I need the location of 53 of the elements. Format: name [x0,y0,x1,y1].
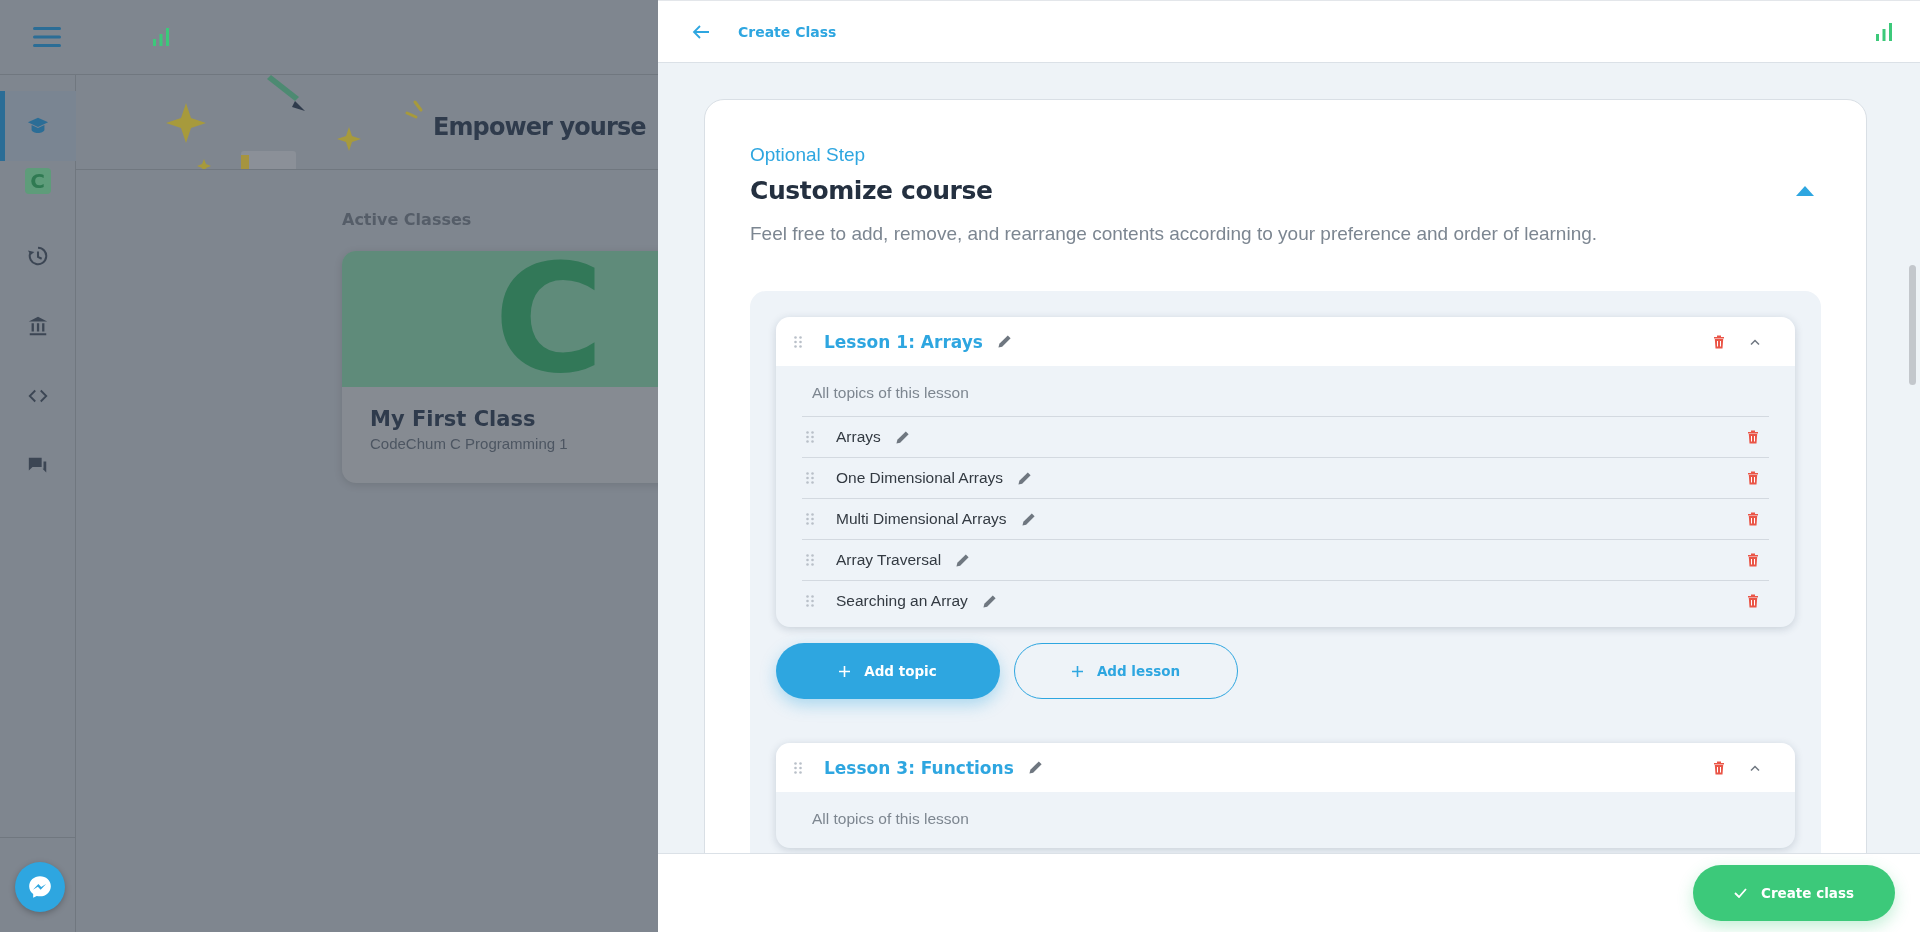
chevron-up-icon[interactable] [1749,763,1761,772]
pencil-icon[interactable] [894,429,910,445]
lesson-title: Lesson 3: Functions [824,757,1014,778]
chevron-up-icon[interactable] [1749,337,1761,346]
drag-handle-icon[interactable] [806,554,814,566]
drag-handle-icon[interactable] [794,335,802,348]
trash-icon[interactable] [1713,334,1725,349]
section-heading: Customize course [750,176,993,205]
topics-label: All topics of this lesson [812,384,970,402]
drawer-title: Create Class [738,23,837,40]
trash-icon[interactable] [1747,553,1759,567]
add-topic-button[interactable]: Add topic [776,643,1000,699]
topic-name: One Dimensional Arrays [836,469,1004,487]
topics-label: All topics of this lesson [812,810,970,828]
class-title: My First Class [370,407,537,431]
back-arrow-icon [692,23,710,40]
trash-icon[interactable] [1747,594,1759,608]
chat-bubble-button[interactable] [15,862,65,912]
drag-handle-icon[interactable] [806,431,814,443]
trash-icon[interactable] [1747,512,1759,526]
pencil-icon[interactable] [1017,470,1033,486]
signal-bars-icon [151,27,171,47]
pencil-icon[interactable] [996,334,1012,349]
drag-handle-icon[interactable] [806,513,814,525]
step-label: Optional Step [750,144,867,166]
plus-icon [1071,665,1083,677]
topic-name: Arrays [836,428,881,446]
lesson-title: Lesson 1: Arrays [824,331,983,352]
drag-handle-icon[interactable] [794,761,802,774]
drag-handle-icon[interactable] [806,595,814,607]
pencil-icon[interactable] [1027,760,1043,775]
topic-name: Multi Dimensional Arrays [836,510,1007,528]
plus-icon [839,665,851,677]
pencil-icon[interactable] [981,593,997,609]
check-icon [1734,888,1747,898]
topic-name: Searching an Array [836,592,968,610]
pencil-icon[interactable] [1020,511,1036,527]
scrollbar-thumb[interactable] [1909,265,1916,385]
caret-up-icon[interactable] [1795,184,1815,197]
banner-heading: Empower yourse [433,113,646,141]
trash-icon[interactable] [1713,760,1725,775]
back-button[interactable] [692,23,710,40]
class-subtitle: CodeChum C Programming 1 [370,435,569,452]
history-icon [26,245,49,267]
signal-bars-icon [1874,21,1894,42]
topic-name: Array Traversal [836,551,942,569]
pencil-icon[interactable] [955,552,971,568]
create-class-button[interactable]: Create class [1693,865,1895,921]
section-description: Feel free to add, remove, and rearrange contents according to your preference and order of learning. [750,223,1599,245]
trash-icon[interactable] [1747,430,1759,444]
messenger-icon [27,874,53,900]
trash-icon[interactable] [1747,471,1759,485]
drag-handle-icon[interactable] [806,472,814,484]
